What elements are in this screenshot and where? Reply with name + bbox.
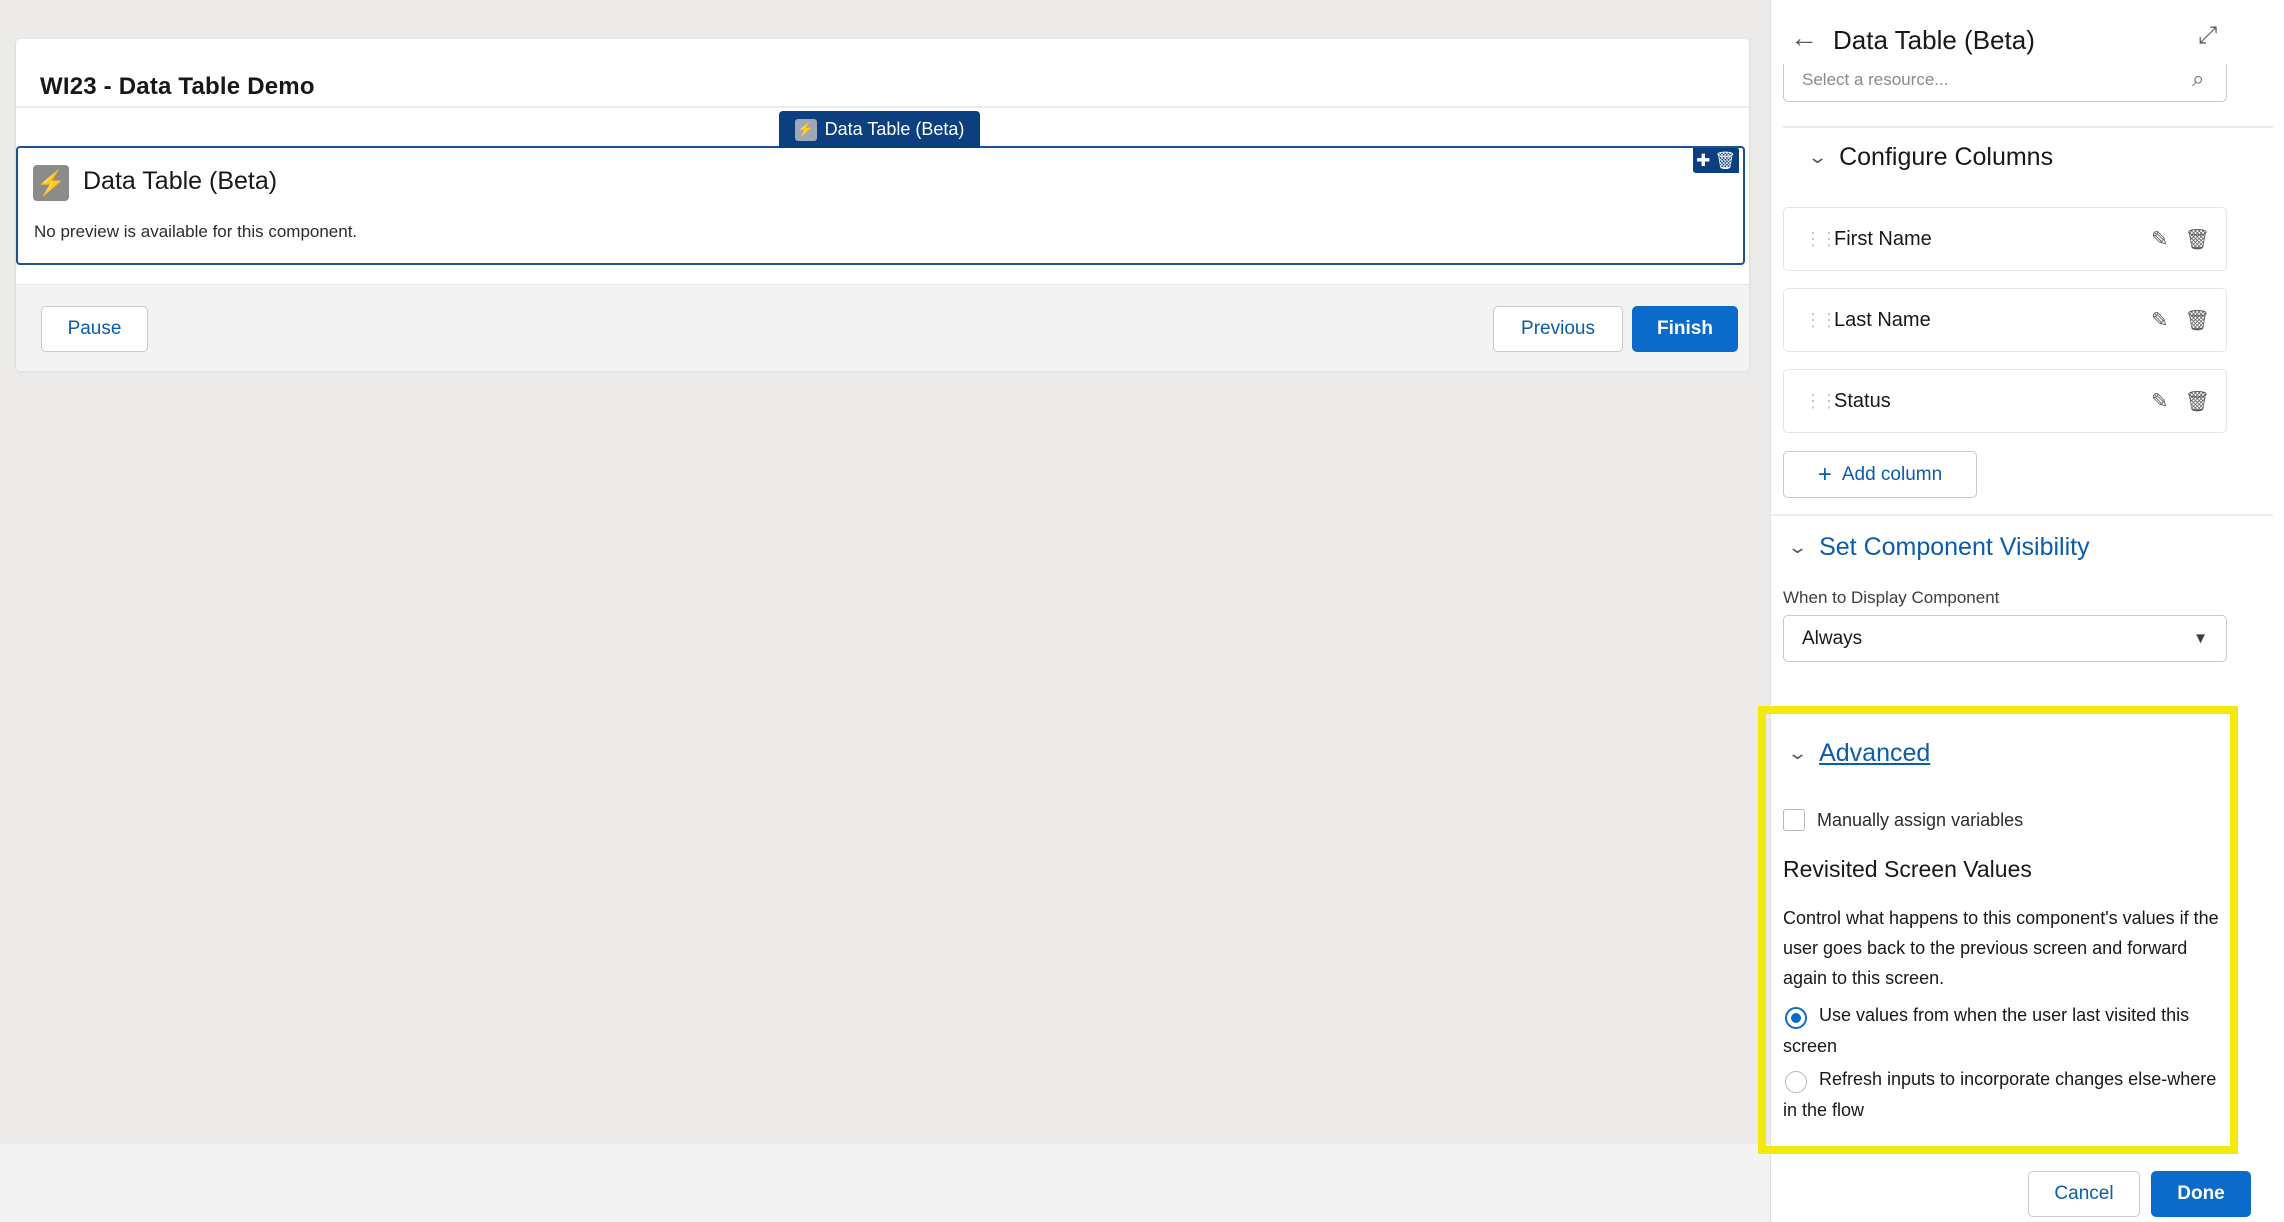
revisited-description: Control what happens to this component's…: [1783, 908, 2219, 988]
add-column-button[interactable]: + Add column: [1783, 451, 1977, 498]
field-label: When to Display Component: [1783, 588, 2000, 607]
drag-handle-icon[interactable]: ⋮⋮: [1804, 310, 1838, 331]
plus-icon: +: [1817, 460, 1832, 488]
caret-down-icon: ▼: [2193, 630, 2208, 647]
finish-button[interactable]: Finish: [1632, 306, 1738, 352]
add-column-label: Add column: [1841, 463, 1943, 485]
column-label: First Name: [1834, 227, 1932, 250]
revisited-heading: Revisited Screen Values: [1783, 856, 2032, 882]
component-tools: ✚ 🗑: [1693, 148, 1739, 173]
drag-handle-icon[interactable]: ⋮⋮: [1804, 229, 1838, 250]
back-arrow-icon[interactable]: ←: [1790, 22, 1818, 54]
divider: [1783, 126, 2273, 128]
select-value: Always: [1802, 627, 1863, 649]
edit-icon[interactable]: ✎: [2151, 389, 2169, 414]
cancel-button[interactable]: Cancel: [2028, 1171, 2140, 1217]
visibility-header[interactable]: ⌄ Set Component Visibility: [1786, 533, 2090, 562]
component-tag[interactable]: ⚡ Data Table (Beta): [779, 111, 980, 148]
drag-handle-icon[interactable]: ⋮⋮: [1804, 391, 1838, 412]
delete-icon[interactable]: 🗑: [2185, 227, 2210, 252]
checkbox-label: Manually assign variables: [1817, 810, 2024, 830]
delete-icon[interactable]: 🗑: [1714, 151, 1736, 171]
delete-icon[interactable]: 🗑: [2185, 389, 2210, 414]
manual-assign-checkbox[interactable]: [1783, 809, 1805, 831]
advanced-link[interactable]: Advanced: [1819, 739, 1930, 768]
column-row: ⋮⋮ Status ✎ 🗑: [1783, 369, 2227, 433]
configure-columns-label: Configure Columns: [1839, 143, 2054, 171]
bottom-strip: [0, 1144, 1770, 1222]
delete-icon[interactable]: 🗑: [2185, 308, 2210, 333]
divider: [1770, 514, 2273, 516]
lightning-icon: ⚡: [794, 118, 817, 141]
pause-button[interactable]: Pause: [41, 306, 148, 352]
configure-columns-header[interactable]: ⌄ Configure Columns: [1806, 143, 2054, 172]
search-icon: ⌕: [2192, 66, 2205, 91]
screen-footer: [16, 284, 1749, 371]
chevron-down-icon: ⌄: [1786, 743, 1809, 763]
done-button[interactable]: Done: [2151, 1171, 2251, 1217]
visibility-label: Set Component Visibility: [1819, 533, 2090, 561]
column-row: ⋮⋮ First Name ✎ 🗑: [1783, 207, 2227, 271]
chevron-down-icon: ⌄: [1806, 147, 1829, 167]
selected-component[interactable]: [16, 146, 1745, 265]
component-name: Data Table (Beta): [83, 167, 278, 195]
lightning-icon: ⚡: [33, 165, 69, 201]
advanced-header[interactable]: ⌄ Advanced: [1786, 739, 1930, 768]
display-condition-select[interactable]: Always ▼: [1783, 615, 2227, 662]
column-label: Last Name: [1834, 308, 1931, 331]
column-label: Status: [1834, 389, 1891, 412]
edit-icon[interactable]: ✎: [2151, 227, 2169, 252]
move-icon[interactable]: ✚: [1696, 151, 1710, 171]
column-row: ⋮⋮ Last Name ✎ 🗑: [1783, 288, 2227, 352]
radio-label: Refresh inputs to incorporate changes el…: [1783, 1069, 2217, 1120]
radio-label: Use values from when the user last visit…: [1783, 1005, 2190, 1056]
component-tag-label: Data Table (Beta): [824, 119, 965, 139]
component-preview-text: No preview is available for this compone…: [34, 222, 358, 241]
previous-button[interactable]: Previous: [1493, 306, 1623, 352]
expand-icon[interactable]: ⤢: [2198, 22, 2217, 50]
flow-canvas: WI23 - Data Table Demo ⚡ Data Table (Bet…: [0, 0, 1770, 1144]
edit-icon[interactable]: ✎: [2151, 308, 2169, 333]
title-divider: [16, 106, 1749, 108]
resource-input[interactable]: Select a resource...: [1783, 64, 2227, 102]
screen-title: WI23 - Data Table Demo: [40, 73, 315, 100]
chevron-down-icon: ⌄: [1786, 537, 1809, 557]
panel-title: Data Table (Beta): [1833, 25, 2035, 55]
